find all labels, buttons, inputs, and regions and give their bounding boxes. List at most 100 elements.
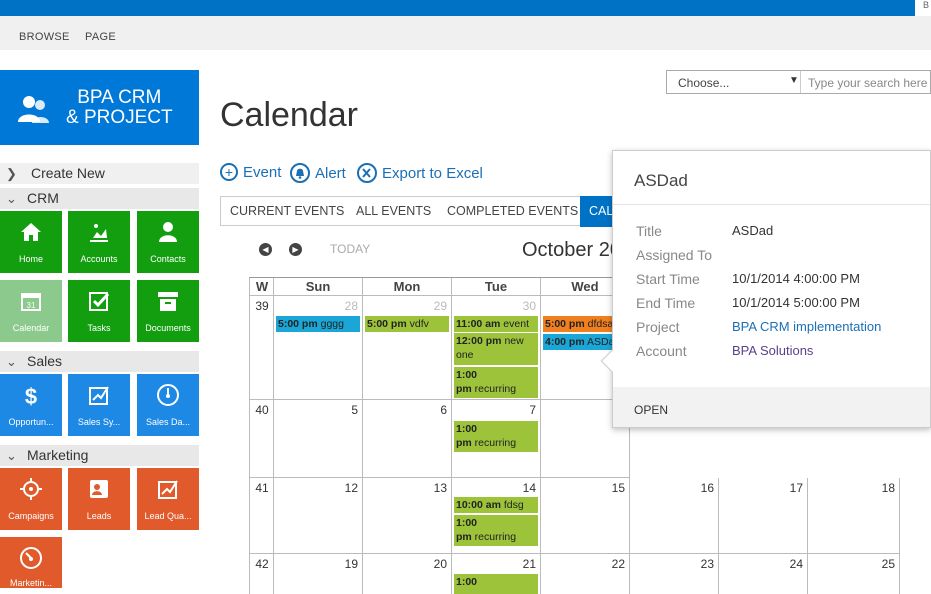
- dropdown-arrow-icon[interactable]: ▼: [789, 75, 799, 86]
- tile-label: Sales Sy...: [77, 417, 121, 427]
- tile-home[interactable]: Home: [0, 211, 62, 273]
- calendar-icon: 31: [21, 293, 41, 311]
- day-cell[interactable]: 20: [363, 554, 452, 594]
- day-number: 29: [433, 299, 447, 313]
- week-header: W: [255, 279, 269, 294]
- prev-month-button[interactable]: ◀: [259, 243, 272, 256]
- tile-leads[interactable]: Leads: [68, 468, 130, 530]
- export-excel-action[interactable]: Export to Excel: [357, 163, 483, 183]
- dollar-icon: $: [25, 384, 37, 407]
- day-cell[interactable]: 23: [630, 554, 719, 594]
- week-number: 41: [255, 481, 269, 495]
- calendar-event[interactable]: 5:00 pm gggg: [276, 316, 360, 332]
- create-new-item[interactable]: ❯ Create New: [0, 163, 199, 184]
- calendar-event[interactable]: 4:00 pm ASDa: [543, 334, 613, 350]
- section-crm[interactable]: ⌄ CRM: [0, 188, 199, 209]
- day-header-sun: Sun: [274, 278, 363, 296]
- day-cell[interactable]: 24: [719, 554, 808, 594]
- new-event-action[interactable]: + Event: [220, 163, 281, 181]
- callout-divider: [613, 204, 930, 205]
- chevron-down-icon: ⌄: [6, 191, 17, 206]
- day-number: 23: [700, 557, 714, 571]
- day-number: 25: [881, 557, 895, 571]
- target-icon: [20, 478, 42, 500]
- day-cell[interactable]: 16: [630, 478, 719, 554]
- open-button[interactable]: OPEN: [634, 403, 668, 417]
- day-cell[interactable]: 18: [808, 478, 900, 554]
- browse-tab[interactable]: BROWSE: [19, 31, 70, 43]
- calendar-event[interactable]: 5:00 pm dfdsa: [543, 316, 613, 332]
- tile-campaigns[interactable]: Campaigns: [0, 468, 62, 530]
- alert-action[interactable]: Alert: [290, 163, 346, 183]
- week-number-cell: 42: [249, 554, 274, 594]
- project-link[interactable]: BPA CRM implementation: [732, 319, 881, 334]
- calendar-event[interactable]: 1:00 pm recurring: [454, 367, 538, 398]
- week-header-cell: W: [249, 278, 274, 296]
- tab-completed-events[interactable]: COMPLETED EVENTS: [447, 204, 578, 218]
- tile-label: Accounts: [80, 254, 118, 264]
- tile-tasks[interactable]: Tasks: [68, 280, 130, 342]
- month-title: October 20: [522, 239, 621, 261]
- day-cell[interactable]: 5: [274, 400, 363, 478]
- day-cell[interactable]: 25: [808, 554, 900, 594]
- calendar-event[interactable]: 10:00 am fdsg: [454, 497, 538, 513]
- next-month-button[interactable]: ▶: [289, 243, 302, 256]
- day-cell[interactable]: 12: [274, 478, 363, 554]
- calendar-event[interactable]: 11:00 am event: [454, 316, 538, 332]
- calendar-event[interactable]: 1:00 pm recurring: [454, 421, 538, 452]
- people-icon: [18, 96, 49, 123]
- search-divider: [800, 71, 801, 93]
- day-cell[interactable]: 29: [363, 296, 452, 400]
- calendar-event[interactable]: 12:00 pm new one: [454, 333, 538, 365]
- day-cell[interactable]: 28: [274, 296, 363, 400]
- day-number: 22: [611, 557, 625, 571]
- search-input[interactable]: Type your search here: [808, 76, 927, 90]
- tile-label: Lead Qua...: [144, 511, 192, 521]
- account-link[interactable]: BPA Solutions: [732, 343, 813, 358]
- day-number: 24: [789, 557, 803, 571]
- tile-contacts[interactable]: Contacts: [137, 211, 199, 273]
- section-sales[interactable]: ⌄ Sales: [0, 351, 199, 372]
- ribbon: BROWSE PAGE: [0, 16, 931, 50]
- tile-sales-dashboard[interactable]: Sales Da...: [137, 374, 199, 436]
- search-scope-select[interactable]: Choose...: [678, 76, 729, 90]
- chevron-right-icon: ❯: [6, 166, 17, 181]
- day-number: 15: [611, 481, 625, 495]
- tile-marketing[interactable]: Marketin...: [0, 537, 62, 588]
- bell-icon: [290, 163, 310, 183]
- site-logo[interactable]: BPA CRM & PROJECT: [0, 70, 199, 145]
- today-button[interactable]: TODAY: [330, 242, 370, 256]
- tile-opportunities[interactable]: $ Opportun...: [0, 374, 62, 436]
- day-cell[interactable]: 6: [363, 400, 452, 478]
- svg-text:31: 31: [27, 301, 36, 310]
- plus-icon: +: [220, 163, 238, 181]
- day-cell[interactable]: 17: [719, 478, 808, 554]
- day-cell[interactable]: 22: [541, 554, 630, 594]
- calendar-event[interactable]: 1:00: [454, 574, 538, 594]
- chevron-down-icon: ⌄: [6, 448, 17, 463]
- calendar-event[interactable]: 1:00 pm recurring: [454, 515, 538, 546]
- tile-accounts[interactable]: Accounts: [68, 211, 130, 273]
- day-number: 30: [522, 299, 536, 313]
- calendar-event[interactable]: 5:00 pm vdfv: [365, 316, 449, 332]
- day-cell[interactable]: 15: [541, 478, 630, 554]
- week-number-cell: 41: [249, 478, 274, 554]
- tile-calendar[interactable]: 31 Calendar: [0, 280, 62, 342]
- tile-documents[interactable]: Documents: [137, 280, 199, 342]
- callout-footer: OPEN: [613, 387, 930, 427]
- week-number-cell: 40: [249, 400, 274, 478]
- svg-text:$: $: [25, 384, 37, 407]
- tile-lead-qualification[interactable]: Lead Qua...: [137, 468, 199, 530]
- search-box: Choose... ▼ Type your search here: [666, 70, 931, 94]
- day-cell[interactable]: 19: [274, 554, 363, 594]
- day-header-tue: Tue: [452, 278, 541, 296]
- new-event-label: Event: [243, 163, 282, 181]
- tab-current-events[interactable]: CURRENT EVENTS: [230, 204, 344, 218]
- section-marketing[interactable]: ⌄ Marketing: [0, 445, 199, 466]
- day-number: 5: [351, 403, 358, 417]
- day-cell[interactable]: 13: [363, 478, 452, 554]
- tab-all-events[interactable]: ALL EVENTS: [356, 204, 431, 218]
- tile-sales-system[interactable]: Sales Sy...: [68, 374, 130, 436]
- tile-label: Calendar: [12, 323, 50, 333]
- page-tab[interactable]: PAGE: [85, 31, 116, 43]
